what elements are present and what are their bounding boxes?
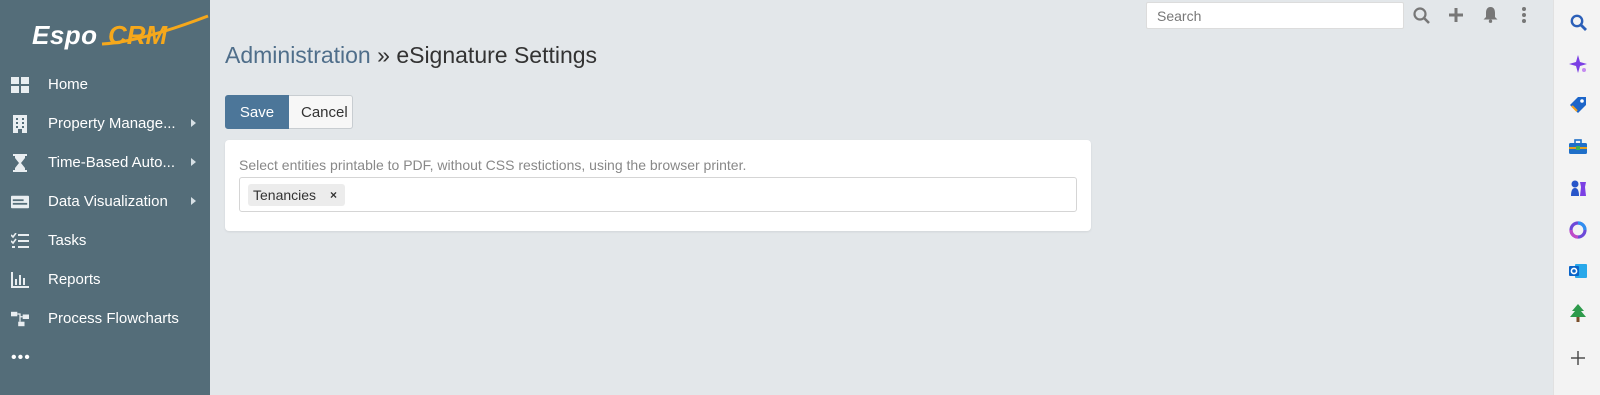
- selected-entity-tag: Tenancies ×: [248, 184, 346, 206]
- home-grid-icon: [11, 76, 29, 94]
- sidebar-more-button[interactable]: •••: [0, 338, 210, 377]
- save-button[interactable]: Save: [225, 95, 289, 129]
- search-icon[interactable]: [1568, 12, 1588, 32]
- plus-icon[interactable]: [1568, 348, 1588, 368]
- tree-icon[interactable]: [1568, 303, 1588, 323]
- caret-right-icon: [191, 158, 196, 166]
- espocrm-logo[interactable]: Espo CRM: [30, 14, 209, 54]
- browser-side-panel: [1553, 0, 1600, 395]
- flowchart-icon: [11, 310, 29, 328]
- sidebar-item-label: Process Flowcharts: [48, 310, 179, 327]
- page-title: Administration » eSignature Settings: [225, 42, 597, 69]
- search-input[interactable]: [1146, 2, 1404, 29]
- copilot-sparkle-icon[interactable]: [1568, 54, 1588, 74]
- tag-icon[interactable]: [1568, 95, 1588, 115]
- sidebar-item-label: Home: [48, 76, 89, 93]
- sidebar-item-home[interactable]: Home: [0, 65, 210, 104]
- page-title-text: eSignature Settings: [396, 42, 598, 68]
- sidebar-item-reports[interactable]: Reports: [0, 260, 210, 299]
- tag-remove-icon[interactable]: ×: [330, 188, 337, 202]
- card-icon: [11, 193, 29, 211]
- search-icon[interactable]: [1412, 6, 1430, 24]
- sidebar-item-data-visualization[interactable]: Data Visualization: [0, 182, 210, 221]
- bell-icon[interactable]: [1481, 6, 1499, 24]
- building-icon: [11, 114, 29, 133]
- quick-create-plus-icon[interactable]: [1447, 6, 1465, 24]
- sidebar-item-property-management[interactable]: Property Manage...: [0, 104, 210, 143]
- breadcrumb-administration[interactable]: Administration: [225, 42, 371, 68]
- bar-chart-icon: [11, 271, 29, 289]
- caret-right-icon: [191, 197, 196, 205]
- outlook-icon[interactable]: [1568, 261, 1588, 281]
- sidebar: Espo CRM Home Property Manage... Time-Ba…: [0, 0, 210, 395]
- sidebar-item-tasks[interactable]: Tasks: [0, 221, 210, 260]
- breadcrumb-separator: »: [370, 42, 397, 68]
- sidebar-item-time-based-automation[interactable]: Time-Based Auto...: [0, 143, 210, 182]
- office-icon[interactable]: [1568, 220, 1588, 240]
- briefcase-icon[interactable]: [1568, 137, 1588, 157]
- action-button-group: Save Cancel: [225, 95, 353, 129]
- sidebar-nav: Home Property Manage... Time-Based Auto.…: [0, 65, 210, 377]
- chess-icon[interactable]: [1568, 178, 1588, 198]
- sidebar-item-label: Reports: [48, 271, 101, 288]
- menu-kebab-icon[interactable]: [1515, 6, 1533, 24]
- caret-right-icon: [191, 119, 196, 127]
- field-description: Select entities printable to PDF, withou…: [239, 157, 747, 173]
- sidebar-item-label: Time-Based Auto...: [48, 154, 176, 171]
- sidebar-item-label: Data Visualization: [48, 193, 168, 210]
- sidebar-item-label: Tasks: [48, 232, 87, 249]
- settings-panel: Select entities printable to PDF, withou…: [225, 140, 1091, 231]
- entity-multiselect-field[interactable]: Tenancies ×: [239, 177, 1077, 212]
- logo-swoosh-icon: [101, 14, 209, 46]
- task-list-icon: [11, 232, 29, 250]
- hourglass-icon: [11, 153, 29, 172]
- logo-text-espo: Espo: [32, 20, 98, 50]
- tag-label: Tenancies: [253, 187, 317, 203]
- sidebar-item-label: Property Manage...: [48, 115, 176, 132]
- cancel-button[interactable]: Cancel: [289, 95, 353, 129]
- sidebar-item-process-flowcharts[interactable]: Process Flowcharts: [0, 299, 210, 338]
